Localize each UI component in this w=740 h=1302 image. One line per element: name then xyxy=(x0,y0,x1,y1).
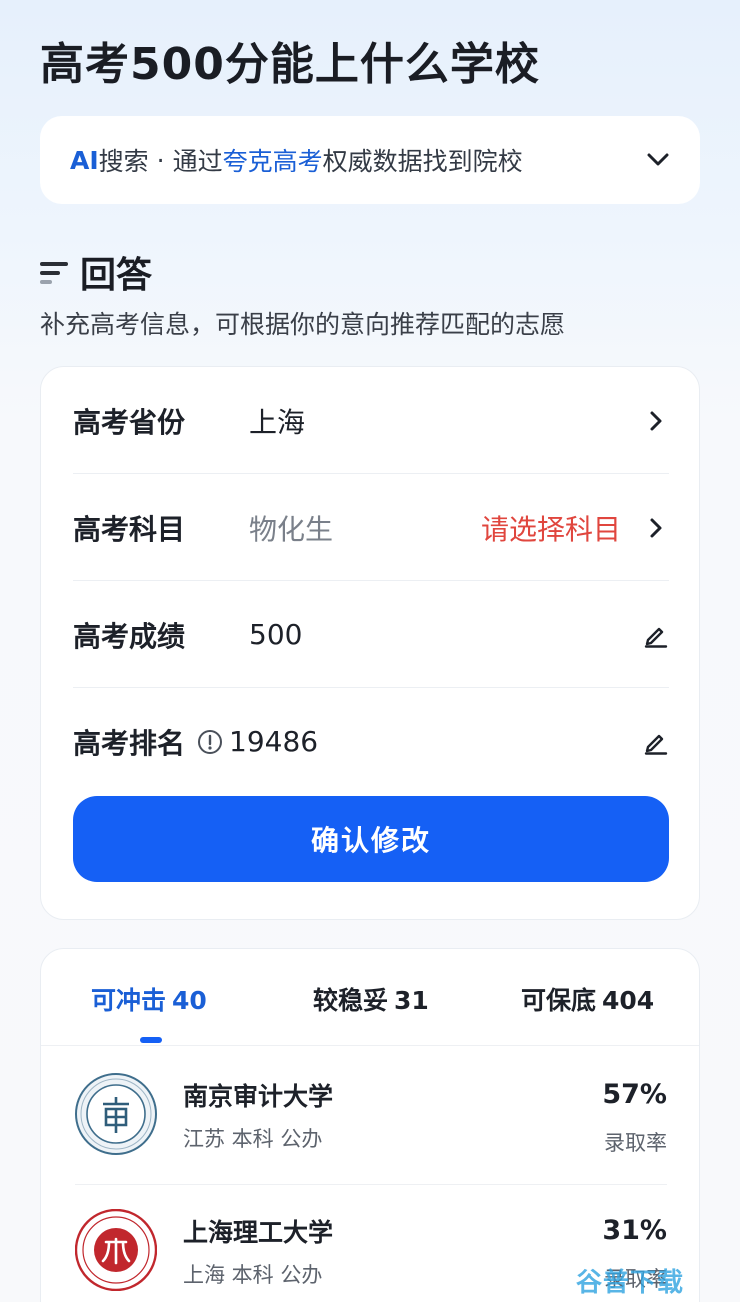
tab-match-label: 较稳妥 xyxy=(313,986,389,1015)
watermark-text: 谷普下载 xyxy=(575,1268,684,1298)
row-subject[interactable]: 高考科目 物化生 请选择科目 xyxy=(73,474,669,581)
tab-match-count: 31 xyxy=(394,986,429,1015)
school-name: 上海理工大学 xyxy=(183,1218,334,1247)
confirm-button[interactable]: 确认修改 xyxy=(73,796,669,882)
tab-active-indicator xyxy=(140,1037,162,1043)
answer-subtitle: 补充高考信息，可根据你的意向推荐匹配的志愿 xyxy=(40,310,566,339)
school-meta: 上海 本科 公办 xyxy=(183,1263,323,1287)
subject-hint[interactable]: 请选择科目 xyxy=(481,508,621,548)
answer-title: 回答 xyxy=(80,255,153,296)
score-value[interactable]: 500 xyxy=(249,618,302,651)
tab-safety[interactable]: 可保底 404 xyxy=(521,981,654,1017)
ai-middle-text: 通过 xyxy=(172,147,223,176)
rank-value[interactable]: 19486 xyxy=(229,725,318,758)
answer-lines-icon xyxy=(40,256,70,288)
subject-value: 物化生 xyxy=(249,512,334,546)
province-label: 高考省份 xyxy=(73,405,186,439)
rank-label-text: 高考排名 xyxy=(73,726,186,760)
row-rank[interactable]: 高考排名 19486 xyxy=(73,688,669,795)
ai-prefix-tail: 搜索 xyxy=(98,147,149,176)
admission-rate: 57% xyxy=(602,1079,667,1110)
edit-pencil-icon[interactable] xyxy=(643,729,669,755)
school-name: 南京审计大学 xyxy=(183,1082,334,1111)
tab-safety-label: 可保底 xyxy=(521,986,597,1015)
answer-header: 回答 xyxy=(40,246,152,298)
tab-safety-count: 404 xyxy=(602,986,655,1015)
chevron-right-icon[interactable] xyxy=(643,515,669,541)
divider xyxy=(41,1045,699,1046)
subject-label: 高考科目 xyxy=(73,512,186,546)
province-value: 上海 xyxy=(249,405,306,439)
recommendation-card: 可冲击 40 较稳妥 31 可保底 404 南京审计大学 江苏 本科 公办 57… xyxy=(40,948,700,1302)
rank-label: 高考排名 xyxy=(73,722,249,762)
info-circle-icon[interactable] xyxy=(197,729,223,755)
score-label: 高考成绩 xyxy=(73,619,186,653)
tab-reach-label: 可冲击 xyxy=(91,986,167,1015)
list-item[interactable]: 南京审计大学 江苏 本科 公办 57% 录取率 xyxy=(41,1049,699,1185)
admission-rate-label: 录取率 xyxy=(604,1131,667,1155)
ai-separator: · xyxy=(156,145,165,175)
ai-suffix-text: 权威数据找到院校 xyxy=(322,147,523,176)
admission-rate: 31% xyxy=(602,1215,667,1246)
ai-prefix: AI xyxy=(70,145,99,175)
page-title: 高考500分能上什么学校 xyxy=(40,39,540,90)
tab-match[interactable]: 较稳妥 31 xyxy=(313,981,429,1017)
school-logo-icon xyxy=(74,1208,158,1292)
chevron-right-icon[interactable] xyxy=(643,408,669,434)
chevron-down-icon[interactable] xyxy=(646,148,670,172)
ai-search-bar[interactable]: AI 搜索 · 通过 夸克高考 权威数据找到院校 xyxy=(40,116,700,204)
tab-reach-count: 40 xyxy=(172,986,207,1015)
tab-bar: 可冲击 40 较稳妥 31 可保底 404 xyxy=(41,949,699,1045)
edit-pencil-icon[interactable] xyxy=(643,622,669,648)
row-score[interactable]: 高考成绩 500 xyxy=(73,581,669,688)
row-province[interactable]: 高考省份 上海 xyxy=(73,367,669,474)
school-logo-icon xyxy=(75,1073,157,1155)
tab-reach[interactable]: 可冲击 40 xyxy=(91,981,207,1017)
exam-info-card: 高考省份 上海 高考科目 物化生 请选择科目 高考成绩 500 高考排名 194… xyxy=(40,366,700,920)
school-meta: 江苏 本科 公办 xyxy=(183,1127,323,1151)
ai-brand-text: 夸克高考 xyxy=(222,147,323,176)
